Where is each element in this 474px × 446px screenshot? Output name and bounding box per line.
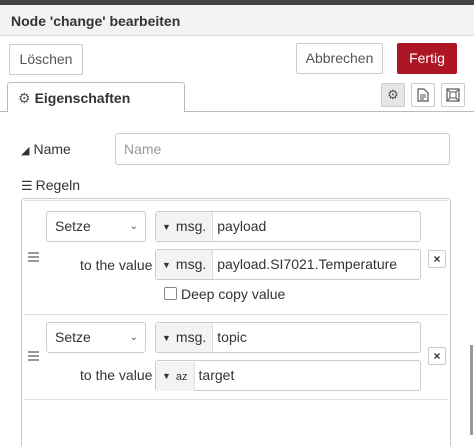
drag-handle-icon[interactable]	[28, 351, 39, 363]
rule-target-input[interactable]: ▼ msg. topic	[155, 322, 421, 353]
tab-properties[interactable]: ⚙ Eigenschaften	[7, 82, 185, 112]
tag-icon: ◢	[21, 145, 30, 157]
type-select[interactable]: ▼ msg.	[156, 212, 214, 241]
string-type-icon: az	[175, 371, 188, 383]
value-text: payload.SI7021.Temperature	[217, 256, 398, 272]
name-input[interactable]: Name	[115, 133, 450, 165]
document-icon	[417, 88, 429, 102]
value-text: target	[198, 367, 235, 383]
type-select[interactable]: ▼ msg.	[156, 323, 214, 352]
target-value: topic	[217, 329, 247, 345]
caret-down-icon: ▼	[162, 333, 171, 343]
name-label: ◢ Name	[21, 141, 71, 157]
cancel-button[interactable]: Abbrechen	[296, 43, 383, 74]
rule-value-input[interactable]: ▼ az target	[155, 360, 421, 391]
caret-down-icon: ▼	[162, 222, 171, 232]
target-value: payload	[217, 218, 267, 234]
rule-action-select[interactable]: Setze ⌄	[46, 211, 146, 242]
rule-divider	[24, 200, 448, 201]
drag-handle-icon[interactable]	[28, 252, 39, 264]
to-the-value-label: to the value	[80, 257, 153, 273]
type-select-label: msg.	[175, 256, 207, 272]
delete-button[interactable]: Löschen	[9, 44, 83, 75]
deep-copy-checkbox[interactable]	[164, 287, 177, 300]
scrollbar[interactable]	[470, 345, 473, 435]
type-select-label: msg.	[175, 329, 207, 345]
rule-action-select[interactable]: Setze ⌄	[46, 322, 146, 353]
list-icon: ☰	[21, 178, 33, 193]
rule-action-value: Setze	[55, 329, 91, 345]
caret-down-icon: ▼	[162, 371, 171, 381]
gear-icon: ⚙	[387, 87, 399, 102]
to-the-value-label: to the value	[80, 367, 153, 383]
deep-copy-label: Deep copy value	[181, 286, 286, 302]
remove-rule-button[interactable]: ×	[428, 250, 446, 268]
name-label-text: Name	[33, 141, 71, 157]
type-select[interactable]: ▼ az	[156, 362, 195, 391]
rule-divider	[24, 399, 448, 400]
dialog-title: Node 'change' bearbeiten	[0, 5, 474, 36]
close-icon: ×	[433, 252, 441, 266]
rules-label-text: Regeln	[35, 177, 81, 193]
appearance-tab-button[interactable]	[441, 83, 465, 107]
done-button[interactable]: Fertig	[397, 43, 457, 74]
caret-down-icon: ▼	[162, 260, 171, 270]
rules-label: ☰ Regeln	[21, 177, 80, 194]
chevron-down-icon: ⌄	[129, 332, 138, 343]
rule-value-input[interactable]: ▼ msg. payload.SI7021.Temperature	[155, 249, 421, 280]
tab-properties-label: Eigenschaften	[34, 90, 131, 106]
frame-icon	[446, 88, 460, 102]
description-tab-button[interactable]	[411, 83, 435, 107]
rule-divider	[24, 314, 448, 315]
rule-action-value: Setze	[55, 218, 91, 234]
chevron-down-icon: ⌄	[129, 221, 138, 232]
remove-rule-button[interactable]: ×	[428, 347, 446, 365]
rule-target-input[interactable]: ▼ msg. payload	[155, 211, 421, 242]
type-select[interactable]: ▼ msg.	[156, 250, 214, 279]
type-select-label: msg.	[175, 218, 207, 234]
gear-icon: ⚙	[18, 90, 31, 106]
close-icon: ×	[433, 349, 441, 363]
settings-tab-button[interactable]: ⚙	[381, 83, 405, 107]
